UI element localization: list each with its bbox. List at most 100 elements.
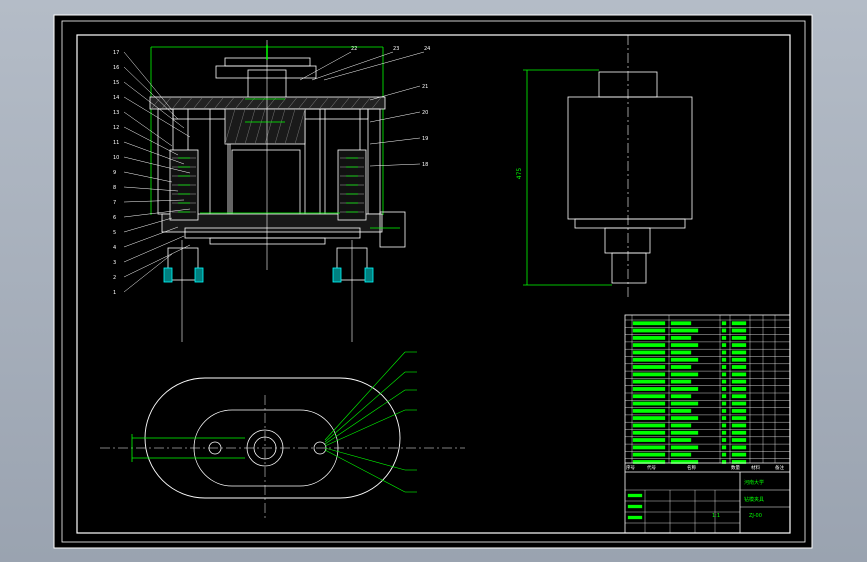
parts-list-name <box>670 438 692 442</box>
parts-list-qty <box>721 357 727 362</box>
parts-list-name <box>670 430 699 435</box>
balloon-label-left: 14 <box>113 95 119 101</box>
parts-list-code <box>632 416 666 421</box>
parts-list-material <box>731 387 747 391</box>
parts-list-name <box>670 350 692 355</box>
parts-list-header: 名称 <box>687 464 696 471</box>
parts-list-name <box>670 379 692 384</box>
parts-list-code <box>632 357 666 362</box>
parts-list-name <box>670 335 692 340</box>
parts-list-code <box>632 452 666 457</box>
cad-drawing-canvas[interactable]: 171615141312111098765432122 23 2421201918序… <box>0 0 867 562</box>
cad-viewer: 17 16 15 14 13 12 11 10 9 8 7 6 5 4 3 2 1 22 23 24 21 20 19 18 序… <box>0 0 867 562</box>
parts-list-material <box>731 321 747 326</box>
parts-list-material <box>731 328 747 333</box>
parts-list-code <box>632 335 666 340</box>
parts-list-name <box>670 416 699 421</box>
balloon-label-left: 4 <box>113 245 116 251</box>
balloon-label-left: 13 <box>113 110 119 116</box>
balloon-label-left: 2 <box>113 275 116 281</box>
side-view-dimension: 475 <box>516 167 524 180</box>
parts-list-code <box>632 401 666 406</box>
balloon-label-left: 3 <box>113 260 116 266</box>
title-block-drawing-number: ZJ-00 <box>749 513 762 519</box>
balloon-label-left: 12 <box>113 125 119 131</box>
parts-list-material <box>731 408 747 413</box>
parts-list-material <box>731 365 747 369</box>
title-block-sign-text <box>627 493 643 498</box>
balloon-label-right: 19 <box>422 136 428 142</box>
parts-list-name <box>670 394 692 399</box>
parts-list-material <box>731 438 747 442</box>
parts-list-qty <box>721 350 727 355</box>
parts-list-material <box>731 335 747 340</box>
parts-list-code <box>632 379 666 384</box>
parts-list-material <box>731 357 747 362</box>
parts-list-material <box>731 430 747 435</box>
balloon-label-left: 5 <box>113 230 116 236</box>
parts-list-qty <box>721 430 727 435</box>
parts-list-header: 数量 <box>731 464 740 471</box>
parts-list-code <box>632 445 666 450</box>
parts-list-material <box>731 350 747 355</box>
balloon-label-left: 7 <box>113 200 116 206</box>
parts-list-name <box>670 387 699 391</box>
parts-list-code <box>632 350 666 355</box>
parts-list-qty <box>721 372 727 377</box>
parts-list-material <box>731 452 747 457</box>
parts-list-qty <box>721 416 727 421</box>
parts-list-qty <box>721 343 727 348</box>
parts-list-material <box>731 416 747 421</box>
parts-list-code <box>632 394 666 399</box>
parts-list-qty <box>721 401 727 406</box>
parts-list-header: 备注 <box>775 464 784 471</box>
section-part <box>364 267 374 283</box>
parts-list-material <box>731 401 747 406</box>
parts-list-code <box>632 438 666 442</box>
title-block-sign-text <box>627 504 643 509</box>
balloon-label-top: 22 <box>351 46 357 52</box>
parts-list-name <box>670 401 699 406</box>
parts-list-qty <box>721 394 727 399</box>
parts-list-code <box>632 321 666 326</box>
parts-list-qty <box>721 321 727 326</box>
parts-list-name <box>670 408 692 413</box>
balloon-label-top: 23 <box>393 46 399 52</box>
balloon-label-left: 15 <box>113 80 119 86</box>
title-block-sign-text <box>627 515 643 520</box>
parts-list-qty <box>721 445 727 450</box>
balloon-label-left: 16 <box>113 65 119 71</box>
parts-list-header: 材料 <box>751 464 760 471</box>
section-part <box>163 267 173 283</box>
parts-list-qty <box>721 335 727 340</box>
parts-list-qty <box>721 452 727 457</box>
parts-list-qty <box>721 387 727 391</box>
parts-list-code <box>632 430 666 435</box>
title-block-scale: 1:1 <box>712 513 721 519</box>
balloon-label-left: 6 <box>113 215 116 221</box>
parts-list-qty <box>721 365 727 369</box>
section-part <box>194 267 204 283</box>
balloon-label-right: 18 <box>422 162 428 168</box>
parts-list-code <box>632 365 666 369</box>
section-part <box>224 108 306 145</box>
parts-list-material <box>731 423 747 428</box>
parts-list-qty <box>721 328 727 333</box>
balloon-label-right: 20 <box>422 110 428 116</box>
parts-list-name <box>670 328 699 333</box>
balloon-label-right: 21 <box>422 84 428 90</box>
parts-list-name <box>670 372 699 377</box>
title-block-school: 河南大学 <box>744 480 765 486</box>
parts-list-name <box>670 365 692 369</box>
balloon-label-left: 10 <box>113 155 119 161</box>
parts-list-material <box>731 394 747 399</box>
parts-list-header: 序号 <box>626 464 635 471</box>
parts-list-material <box>731 445 747 450</box>
section-part <box>332 267 342 283</box>
title-block-drawing-title: 钻模夹具 <box>744 497 765 503</box>
parts-list-code <box>632 343 666 348</box>
parts-list-name <box>670 343 699 348</box>
parts-list-code <box>632 372 666 377</box>
parts-list-code <box>632 423 666 428</box>
parts-list-code <box>632 328 666 333</box>
